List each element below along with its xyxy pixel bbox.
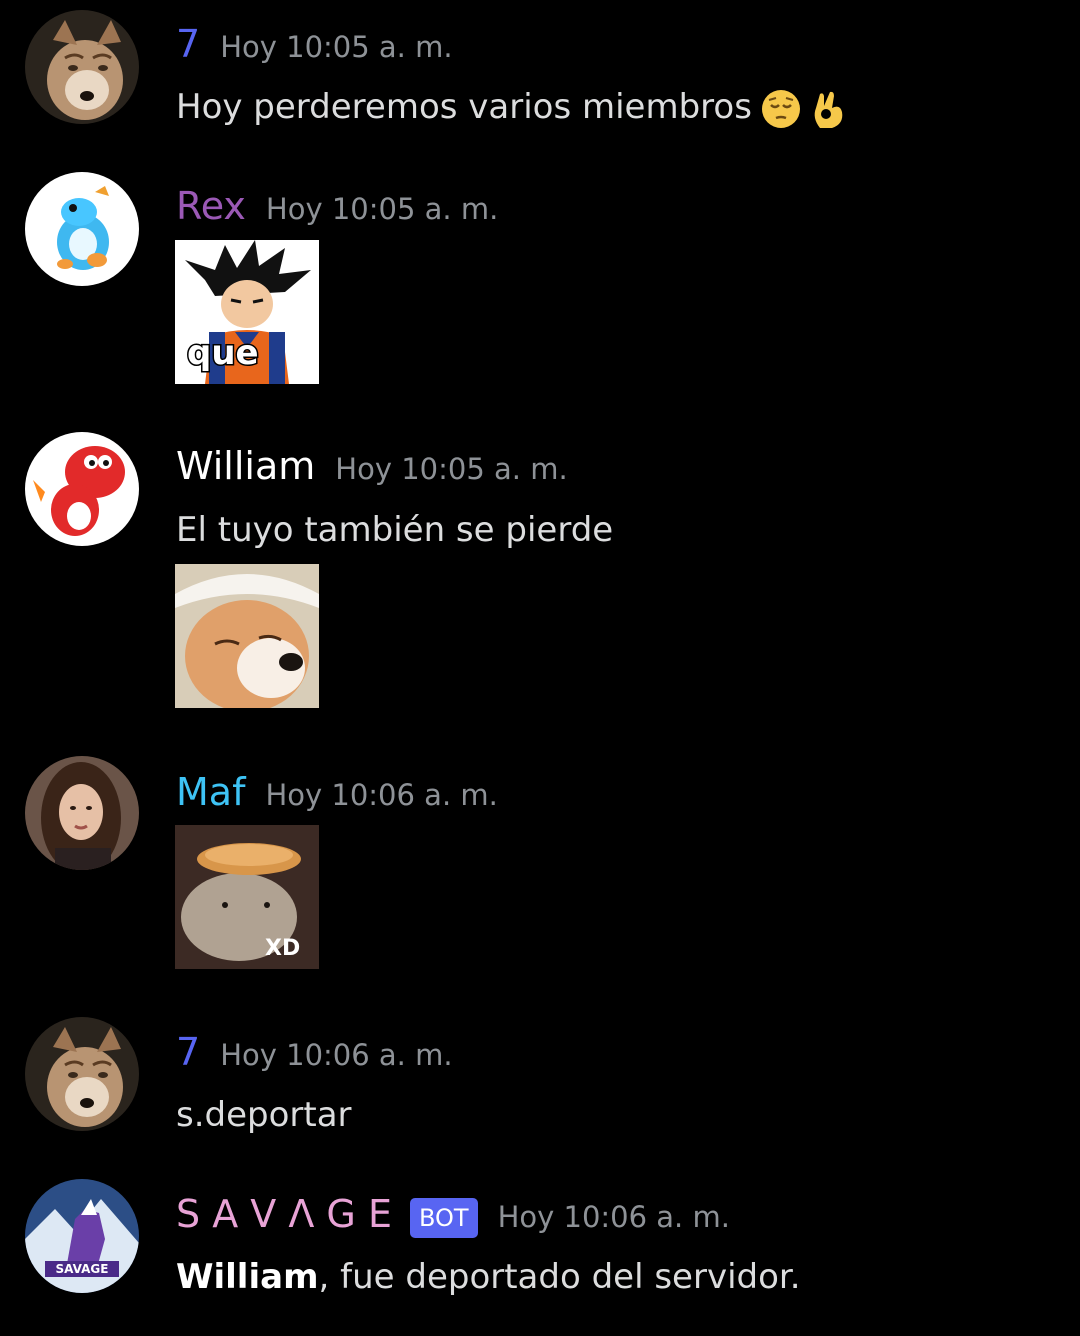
message-header: S A V Λ G E BOT Hoy 10:06 a. m.: [176, 1192, 730, 1239]
sticker-caption: que: [186, 333, 261, 373]
avatar-rex[interactable]: [25, 172, 139, 286]
username-7[interactable]: 7: [176, 22, 200, 66]
sticker-image[interactable]: XD: [175, 825, 319, 969]
attached-image[interactable]: [175, 564, 319, 708]
message-header: William Hoy 10:05 a. m.: [176, 444, 568, 491]
avatar-savage[interactable]: SAVAGE: [25, 1179, 139, 1293]
message-header: 7 Hoy 10:06 a. m.: [176, 1030, 453, 1077]
ok-hand-emoji-icon: [806, 88, 848, 130]
username-william[interactable]: William: [176, 444, 315, 488]
timestamp: Hoy 10:05 a. m.: [265, 192, 499, 226]
username-7[interactable]: 7: [176, 1030, 200, 1074]
sticker-image[interactable]: que: [175, 240, 319, 384]
avatar-maf[interactable]: [25, 756, 139, 870]
pensive-face-emoji-icon: [760, 88, 802, 130]
message-text: Hoy perderemos varios miembros: [176, 86, 848, 130]
username-rex[interactable]: Rex: [176, 184, 246, 228]
message-text: William, fue deportado del servidor.: [176, 1256, 801, 1298]
username-savage[interactable]: S A V Λ G E: [176, 1192, 392, 1236]
mention-william[interactable]: William: [176, 1257, 319, 1297]
avatar-text: SAVAGE: [55, 1262, 109, 1276]
message-header: Rex Hoy 10:05 a. m.: [176, 184, 498, 231]
message-header: Maf Hoy 10:06 a. m.: [176, 770, 498, 817]
message-text: s.deportar: [176, 1095, 352, 1135]
message-text: El tuyo también se pierde: [176, 510, 614, 550]
message-text-content: Hoy perderemos varios miembros: [176, 87, 752, 127]
timestamp: Hoy 10:06 a. m.: [265, 778, 498, 812]
avatar-william[interactable]: [25, 432, 139, 546]
timestamp: Hoy 10:05 a. m.: [335, 452, 568, 486]
bot-badge: BOT: [409, 1197, 478, 1238]
timestamp: Hoy 10:06 a. m.: [497, 1200, 730, 1234]
message-header: 7 Hoy 10:05 a. m.: [176, 22, 453, 69]
avatar-7[interactable]: [25, 1017, 139, 1131]
avatar-7[interactable]: [25, 10, 139, 124]
timestamp: Hoy 10:06 a. m.: [220, 1038, 453, 1072]
sticker-caption: XD: [265, 936, 301, 961]
username-maf[interactable]: Maf: [176, 770, 245, 814]
timestamp: Hoy 10:05 a. m.: [220, 30, 453, 64]
message-text-content: , fue deportado del servidor.: [318, 1257, 801, 1297]
